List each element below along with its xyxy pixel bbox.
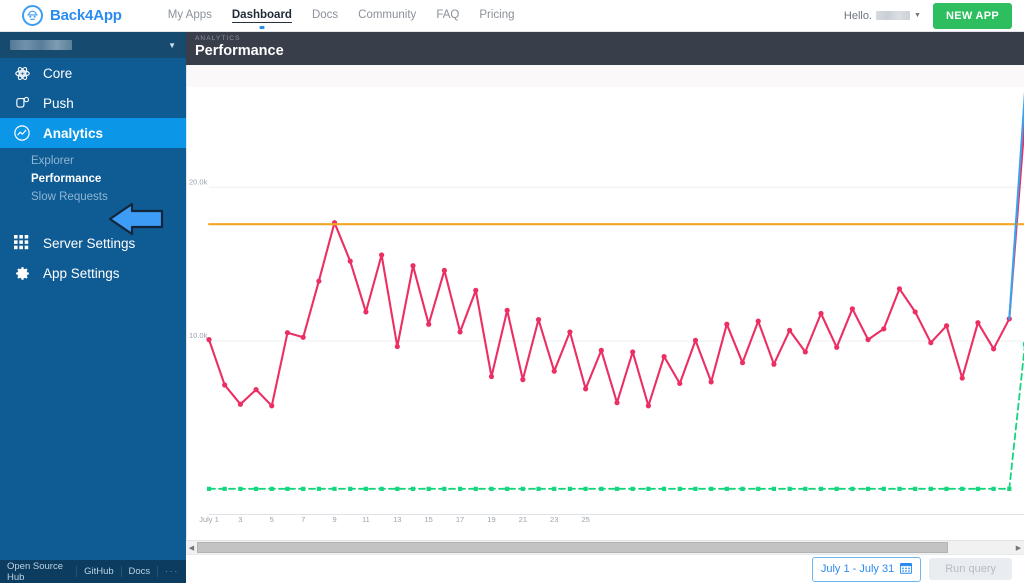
- performance-chart[interactable]: 10.0k 20.0k July 1 3 5 7 9 11 13 15 17 19 21 23 25: [186, 65, 1024, 540]
- nav-dashboard[interactable]: Dashboard: [231, 9, 292, 23]
- sidebar-item-label: App Settings: [43, 265, 120, 281]
- sidebar-item-core[interactable]: Core: [0, 58, 186, 88]
- footer-link-docs[interactable]: Docs: [122, 566, 158, 577]
- chevron-down-icon: ▼: [914, 12, 921, 19]
- sidebar-item-analytics[interactable]: Analytics: [0, 118, 186, 148]
- svg-text:15: 15: [425, 515, 433, 524]
- nav-right-group: Hello. ▼ NEW APP: [844, 2, 1012, 29]
- app-name-redacted: [10, 40, 72, 50]
- svg-text:13: 13: [393, 515, 401, 524]
- user-account-menu[interactable]: Hello. ▼: [844, 10, 921, 22]
- chart-horizontal-scrollbar[interactable]: ◀ ▶: [186, 540, 1024, 554]
- scrollbar-thumb[interactable]: [197, 542, 948, 553]
- subitem-label: Explorer: [31, 155, 74, 167]
- footer-link-open-source-hub[interactable]: Open Source Hub: [0, 561, 76, 583]
- username-redacted: [876, 11, 911, 20]
- svg-text:7: 7: [301, 515, 305, 524]
- sidebar-subitem-performance[interactable]: Performance: [0, 170, 186, 188]
- sidebar-item-app-settings[interactable]: App Settings: [0, 258, 186, 288]
- sidebar-item-push[interactable]: Push: [0, 88, 186, 118]
- triangle-right-icon[interactable]: ▶: [1013, 544, 1024, 552]
- back4app-robot-logo-icon: [22, 5, 43, 26]
- sidebar-item-server-settings[interactable]: Server Settings: [0, 228, 186, 258]
- date-range-picker[interactable]: July 1 - July 31: [811, 556, 922, 582]
- brand-logo[interactable]: Back4App: [22, 5, 122, 26]
- footer-link-github[interactable]: GitHub: [77, 566, 121, 577]
- sidebar-item-label: Push: [43, 95, 74, 111]
- main-menu: My Apps Dashboard Docs Community FAQ Pri…: [168, 9, 514, 23]
- subitem-label: Performance: [31, 173, 102, 185]
- sidebar-item-label: Analytics: [43, 125, 104, 141]
- svg-text:10.0k: 10.0k: [189, 331, 208, 340]
- subitem-label: Slow Requests: [31, 191, 108, 203]
- calendar-icon: [900, 562, 913, 577]
- analytics-subnav: Explorer Performance Slow Requests: [0, 148, 186, 228]
- nav-pricing[interactable]: Pricing: [479, 9, 514, 22]
- sidebar-subitem-explorer[interactable]: Explorer: [0, 152, 186, 170]
- sidebar: ▼ Core Push Analytics Explorer Performan…: [0, 32, 186, 583]
- svg-text:23: 23: [550, 515, 558, 524]
- chevron-down-icon: ▼: [168, 40, 176, 50]
- nav-my-apps[interactable]: My Apps: [168, 9, 212, 22]
- nav-faq[interactable]: FAQ: [436, 9, 459, 22]
- scrollbar-track[interactable]: [197, 542, 1013, 553]
- nav-docs[interactable]: Docs: [312, 9, 338, 22]
- nav-community[interactable]: Community: [358, 9, 416, 22]
- svg-text:25: 25: [581, 515, 589, 524]
- hello-label: Hello.: [843, 9, 873, 22]
- sidebar-item-label: Core: [43, 65, 73, 81]
- chart-toolbar: July 1 - July 31 Run query: [186, 554, 1024, 583]
- triangle-left-icon[interactable]: ◀: [186, 544, 197, 552]
- atom-icon: [12, 63, 32, 83]
- page-title: Performance: [195, 43, 284, 59]
- svg-text:21: 21: [519, 515, 527, 524]
- app-switcher[interactable]: ▼: [0, 32, 186, 58]
- breadcrumb: ANALYTICS: [195, 35, 241, 42]
- footer-more-icon[interactable]: ···: [158, 566, 186, 577]
- push-notification-icon: [12, 93, 32, 113]
- svg-text:17: 17: [456, 515, 464, 524]
- page-header: ANALYTICS Performance: [186, 32, 1024, 65]
- date-range-label: July 1 - July 31: [820, 563, 895, 575]
- brand-name: Back4App: [50, 7, 122, 24]
- svg-text:9: 9: [332, 515, 336, 524]
- svg-text:5: 5: [270, 515, 274, 524]
- sidebar-subitem-slow-requests[interactable]: Slow Requests: [0, 188, 186, 206]
- svg-text:11: 11: [362, 515, 370, 524]
- analytics-wave-icon: [12, 123, 32, 143]
- svg-text:19: 19: [487, 515, 495, 524]
- grid-dots-icon: [12, 233, 32, 253]
- svg-text:July 1: July 1: [199, 515, 219, 524]
- svg-text:20.0k: 20.0k: [189, 177, 208, 186]
- new-app-button[interactable]: NEW APP: [932, 2, 1012, 29]
- subnav-spacer: [0, 206, 186, 220]
- chart-svg: 10.0k 20.0k July 1 3 5 7 9 11 13 15 17 19 21 23 25: [189, 91, 1024, 524]
- run-query-button[interactable]: Run query: [929, 558, 1012, 580]
- sidebar-item-label: Server Settings: [43, 235, 136, 251]
- svg-text:3: 3: [238, 515, 242, 524]
- sidebar-footer: Open Source Hub GitHub Docs ···: [0, 560, 186, 583]
- gear-icon: [12, 263, 32, 283]
- top-navigation-bar: Back4App My Apps Dashboard Docs Communit…: [0, 0, 1024, 32]
